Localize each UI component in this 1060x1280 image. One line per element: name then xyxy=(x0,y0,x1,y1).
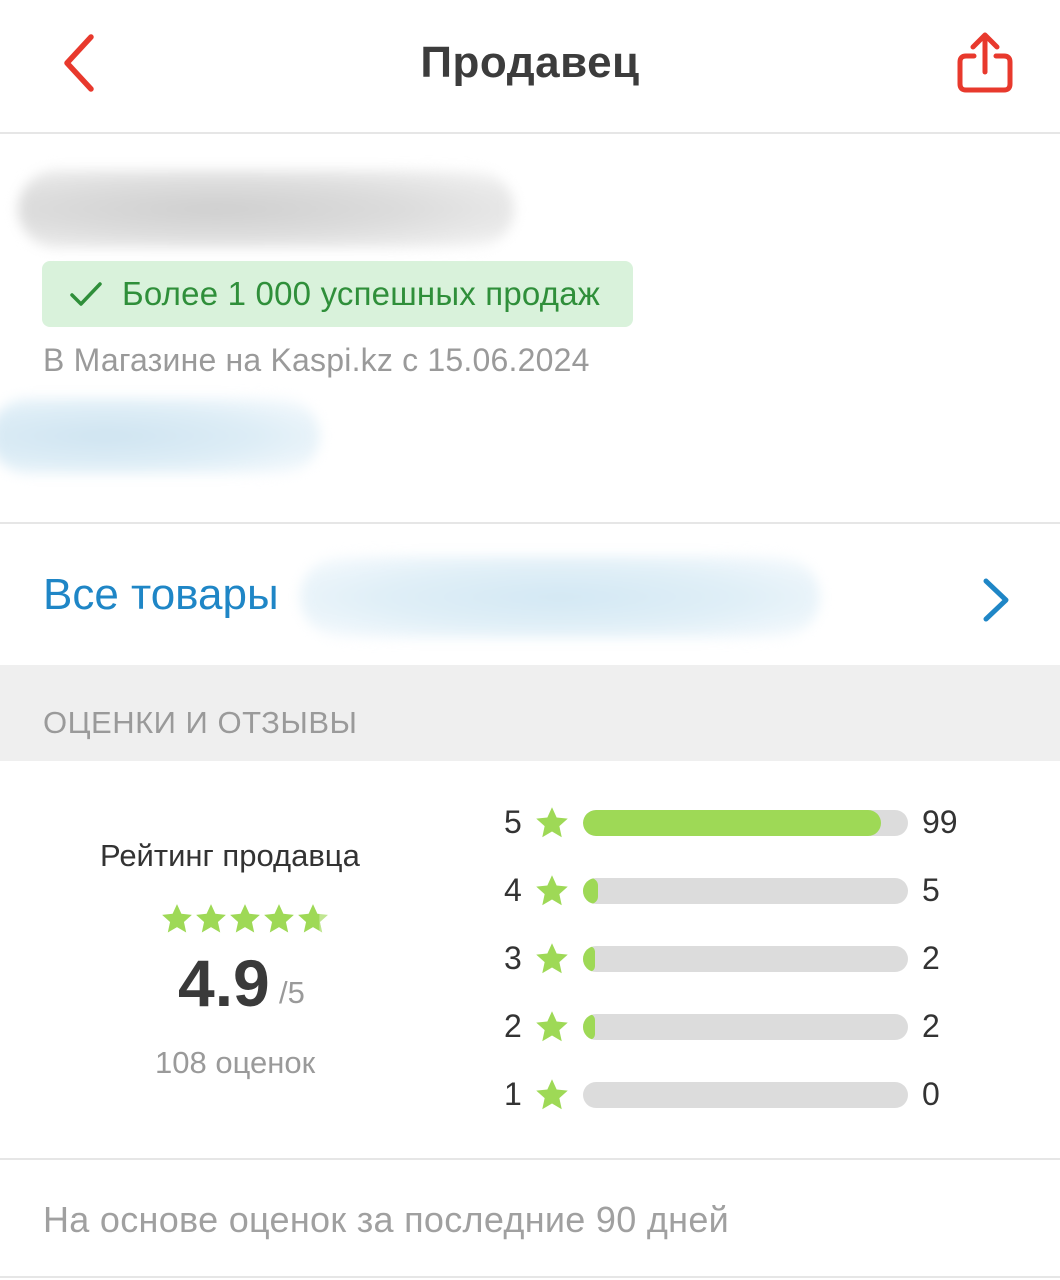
rating-bar-fill xyxy=(583,810,881,836)
top-app-bar: Продавец xyxy=(0,0,1060,134)
rating-distribution-row[interactable]: 5 99 xyxy=(500,804,1020,844)
rating-count-value: 2 xyxy=(922,940,940,976)
share-button[interactable] xyxy=(950,28,1020,98)
chevron-right-icon xyxy=(983,578,1009,622)
rating-period-note: На основе оценок за последние 90 дней xyxy=(43,1199,730,1240)
rating-distribution-row[interactable]: 1 0 xyxy=(500,1076,1020,1116)
success-sales-badge: Более 1 000 успешных продаж xyxy=(42,261,633,327)
star-half-icon xyxy=(298,904,328,933)
rating-bar xyxy=(583,1082,908,1108)
rating-count-value: 5 xyxy=(922,872,940,908)
seller-link-redacted xyxy=(0,398,320,474)
star-icon xyxy=(196,904,226,933)
star-icon xyxy=(230,904,260,933)
all-products-label: Все товары xyxy=(43,570,279,619)
rating-value: 4.9 xyxy=(178,946,270,1020)
rating-label: Рейтинг продавца xyxy=(100,838,360,873)
rating-bar xyxy=(583,878,908,904)
rating-distribution-row[interactable]: 2 2 xyxy=(500,1008,1020,1048)
star-level: 3 xyxy=(504,940,522,976)
rating-bar xyxy=(583,1014,908,1040)
star-icon xyxy=(536,807,568,838)
badge-text: Более 1 000 успешных продаж xyxy=(122,275,601,312)
seller-since-text: В Магазине на Kaspi.kz с 15.06.2024 xyxy=(43,342,590,378)
rating-count: 108 оценок xyxy=(155,1045,316,1080)
star-icon xyxy=(536,875,568,906)
checkmark-icon xyxy=(68,276,104,312)
star-icon xyxy=(264,904,294,933)
star-level: 2 xyxy=(504,1008,522,1044)
reviews-section-header: ОЦЕНКИ И ОТЗЫВЫ xyxy=(0,665,1060,761)
section-title: ОЦЕНКИ И ОТЗЫВЫ xyxy=(43,705,358,740)
all-products-row[interactable]: Все товары xyxy=(0,524,1060,665)
rating-max: /5 xyxy=(279,975,305,1010)
star-icon xyxy=(536,943,568,974)
share-icon xyxy=(957,32,1013,93)
rating-distribution-row[interactable]: 4 5 xyxy=(500,872,1020,912)
rating-count-value: 2 xyxy=(922,1008,940,1044)
star-icon xyxy=(536,1079,568,1110)
rating-distribution-row[interactable]: 3 2 xyxy=(500,940,1020,980)
star-level: 4 xyxy=(504,872,522,908)
rating-count-value: 0 xyxy=(922,1076,940,1112)
seller-name-redacted xyxy=(18,170,514,248)
star-level: 5 xyxy=(504,804,522,840)
rating-bar-fill xyxy=(583,878,598,904)
star-icon xyxy=(536,1011,568,1042)
rating-bar-fill xyxy=(583,946,595,972)
page-title: Продавец xyxy=(420,38,640,87)
star-level: 1 xyxy=(504,1076,522,1112)
rating-count-value: 99 xyxy=(922,804,958,840)
rating-stars xyxy=(160,902,330,938)
rating-bar xyxy=(583,946,908,972)
rating-bar-fill xyxy=(583,1014,595,1040)
divider xyxy=(0,1276,1060,1278)
divider xyxy=(0,1158,1060,1160)
rating-bar xyxy=(583,810,908,836)
products-count-redacted xyxy=(300,556,820,638)
star-icon xyxy=(162,904,192,933)
